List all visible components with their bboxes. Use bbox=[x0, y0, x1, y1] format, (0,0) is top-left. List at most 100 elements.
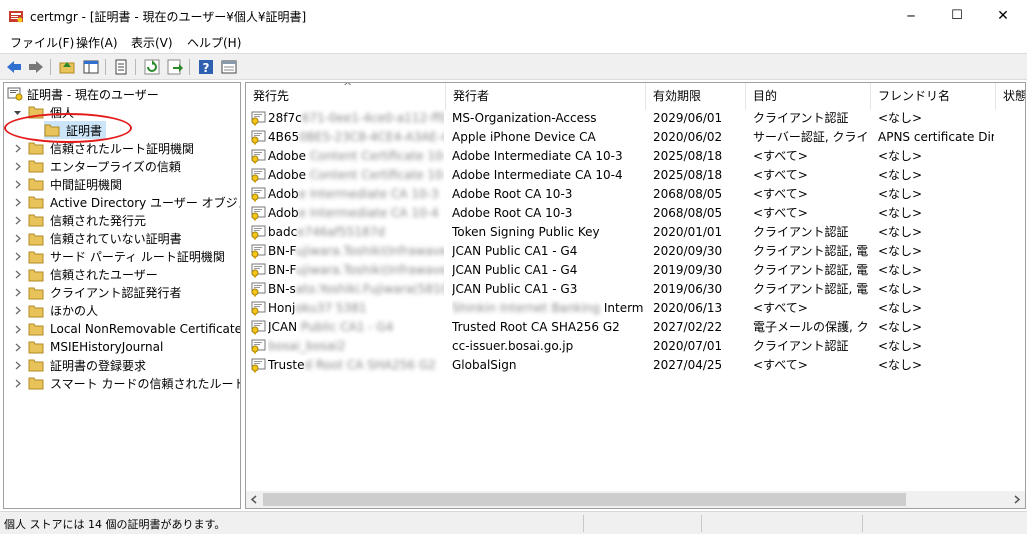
help-icon: ? bbox=[199, 60, 213, 75]
folder-icon bbox=[28, 341, 44, 354]
table-row[interactable]: bosai_bosai2 cc-issuer.bosai.go.jp 2020/07… bbox=[246, 337, 1025, 356]
cell-expiration: 2020/07/01 bbox=[653, 339, 723, 353]
tree-root-current-user[interactable]: 証明書 - 現在のユーザー bbox=[7, 85, 159, 103]
column-status[interactable]: 状態 bbox=[996, 83, 1025, 110]
column-purpose[interactable]: 目的 bbox=[746, 83, 871, 110]
cell-issuer: JCAN Public CA1 - G4 bbox=[452, 263, 578, 277]
column-friendly-name[interactable]: フレンドリ名 bbox=[871, 83, 996, 110]
tree-item[interactable]: サード パーティ ルート証明機関 bbox=[13, 248, 225, 266]
expand-icon[interactable] bbox=[13, 144, 22, 153]
redacted-text: ujiwara.Toshiki(Infrawave) bbox=[295, 244, 444, 258]
tree-item-certificates-selected[interactable]: 証明書 bbox=[44, 121, 107, 139]
tree-item[interactable]: Local NonRemovable Certificates bbox=[13, 320, 240, 338]
tree-item[interactable]: 証明書の登録要求 bbox=[13, 356, 146, 374]
cell-friendly-name: <なし> bbox=[878, 206, 923, 220]
close-button[interactable]: ✕ bbox=[980, 0, 1026, 31]
back-button[interactable] bbox=[4, 57, 24, 77]
tree-item[interactable]: 信頼されたユーザー bbox=[13, 266, 158, 284]
expand-icon[interactable] bbox=[13, 325, 22, 334]
expand-icon[interactable] bbox=[13, 306, 22, 315]
export-list-button[interactable] bbox=[165, 57, 185, 77]
tree-item[interactable]: エンタープライズの信頼 bbox=[13, 157, 181, 175]
cell-friendly-name: <なし> bbox=[878, 111, 923, 125]
table-row[interactable]: 28f7c671-0ee1-4ce0-a112-ff0dd MS-Organiza… bbox=[246, 109, 1025, 128]
tree-item-personal[interactable]: 個人 bbox=[13, 103, 74, 121]
cell-purpose: <すべて> bbox=[753, 187, 808, 201]
tree-item-label: 中間証明機関 bbox=[50, 177, 123, 192]
minimize-icon: ─ bbox=[907, 8, 915, 23]
table-row[interactable]: Adobe Intermediate CA 10-3 Adobe Root CA … bbox=[246, 185, 1025, 204]
console-button[interactable] bbox=[219, 57, 239, 77]
menu-file[interactable]: ファイル(F) bbox=[10, 34, 74, 51]
tree-item-label: 信頼されていない証明書 bbox=[50, 232, 182, 246]
column-issuer[interactable]: 発行者 bbox=[446, 83, 646, 110]
certificate-icon bbox=[251, 225, 266, 240]
folder-icon bbox=[28, 323, 44, 336]
cell-issuer: Adobe Intermediate CA 10-4 bbox=[452, 168, 623, 182]
expand-icon[interactable] bbox=[13, 361, 22, 370]
menu-view[interactable]: 表示(V) bbox=[131, 34, 173, 51]
table-row[interactable]: 4B650BE5-23C8-4CE4-A3AE-4F Apple iPhone D… bbox=[246, 128, 1025, 147]
tree-item[interactable]: Active Directory ユーザー オブジェクト bbox=[13, 193, 240, 211]
table-row[interactable]: JCAN Public CA1 - G4 Trusted Root CA SHA2… bbox=[246, 318, 1025, 337]
table-row[interactable]: badce746af55187d Token Signing Public Key… bbox=[246, 223, 1025, 242]
tree-item[interactable]: スマート カードの信頼されたルート bbox=[13, 374, 240, 392]
tree-item-label: エンタープライズの信頼 bbox=[50, 159, 181, 174]
certificate-icon bbox=[251, 149, 266, 164]
cell-purpose: <すべて> bbox=[753, 149, 808, 163]
menu-help[interactable]: ヘルプ(H) bbox=[187, 34, 241, 51]
up-folder-button[interactable] bbox=[57, 57, 77, 77]
refresh-button[interactable] bbox=[142, 57, 162, 77]
table-row[interactable]: Trusted Root CA SHA256 G2 GlobalSign 2027/… bbox=[246, 356, 1025, 375]
certificates-snapin-icon bbox=[7, 87, 23, 101]
minimize-button[interactable]: ─ bbox=[888, 0, 934, 31]
expand-icon[interactable] bbox=[13, 198, 22, 207]
redacted-text: e746af55187d bbox=[297, 225, 385, 239]
tree-item[interactable]: 中間証明機関 bbox=[13, 175, 122, 193]
expand-icon[interactable] bbox=[13, 343, 22, 352]
scrollbar-thumb[interactable] bbox=[263, 493, 906, 506]
cell-purpose: クライアント認証 bbox=[753, 225, 849, 239]
expand-icon[interactable] bbox=[13, 234, 22, 243]
expand-icon[interactable] bbox=[13, 288, 22, 297]
properties-button[interactable] bbox=[111, 57, 131, 77]
table-row[interactable]: BN-Fujiwara.Toshiki(Infrawave)In... JCAN … bbox=[246, 261, 1025, 280]
table-row[interactable]: BN-Fujiwara.Toshiki(Infrawave)In... JCAN … bbox=[246, 242, 1025, 261]
forward-button[interactable] bbox=[26, 57, 46, 77]
cell-issued-to: BN-Fujiwara.Toshiki(Infrawave)In... bbox=[268, 261, 444, 280]
window-title: certmgr - [証明書 - 現在のユーザー¥個人¥証明書] bbox=[30, 10, 307, 24]
expand-icon[interactable] bbox=[13, 162, 22, 171]
tree-item-label: 個人 bbox=[50, 105, 75, 120]
folder-icon bbox=[28, 359, 44, 372]
scroll-right-icon[interactable] bbox=[1013, 495, 1021, 504]
scroll-left-icon[interactable] bbox=[250, 495, 258, 504]
tree-item[interactable]: 信頼された発行元 bbox=[13, 211, 146, 229]
table-row[interactable]: Adobe Content Certificate 10-6 Adobe Inte… bbox=[246, 166, 1025, 185]
tree-item[interactable]: ほかの人 bbox=[13, 302, 98, 320]
tree-item[interactable]: クライアント認証発行者 bbox=[13, 284, 182, 302]
table-row[interactable]: Honjoku37 5381 Shinkin Internet Banking I… bbox=[246, 299, 1025, 318]
expand-icon[interactable] bbox=[13, 270, 22, 279]
tree-item[interactable]: MSIEHistoryJournal bbox=[13, 338, 163, 356]
expand-icon[interactable] bbox=[13, 180, 22, 189]
table-row[interactable]: Adobe Intermediate CA 10-4 Adobe Root CA … bbox=[246, 204, 1025, 223]
show-hide-tree-button[interactable] bbox=[81, 57, 101, 77]
maximize-button[interactable]: ☐ bbox=[934, 0, 980, 31]
column-expiration[interactable]: 有効期限 bbox=[646, 83, 746, 110]
certificate-icon bbox=[251, 168, 266, 183]
horizontal-scrollbar[interactable] bbox=[246, 491, 1025, 508]
expand-icon[interactable] bbox=[13, 379, 22, 388]
help-button[interactable]: ? bbox=[196, 57, 216, 77]
tree-item-label: ほかの人 bbox=[50, 304, 99, 319]
expand-icon[interactable] bbox=[13, 252, 22, 261]
expand-icon[interactable] bbox=[13, 216, 22, 225]
tree-item[interactable]: 信頼されたルート証明機関 bbox=[13, 139, 194, 157]
certificate-list[interactable]: 発行先 ^ 発行者 有効期限 目的 フレンドリ名 状態 28f7c671-0ee… bbox=[245, 82, 1026, 509]
cell-friendly-name: <なし> bbox=[878, 149, 923, 163]
tree-pane[interactable]: 証明書 - 現在のユーザー 個人 証明書 信頼されたルート証明機関エンタープライ… bbox=[3, 82, 241, 509]
menu-action[interactable]: 操作(A) bbox=[76, 34, 118, 51]
tree-item[interactable]: 信頼されていない証明書 bbox=[13, 230, 182, 248]
redacted-text: ato.Yoshiki.Fujiwara(5810) bbox=[295, 282, 444, 296]
table-row[interactable]: BN-sato.Yoshiki.Fujiwara(5810)Inf... JCAN… bbox=[246, 280, 1025, 299]
table-row[interactable]: Adobe Content Certificate 10-5 Adobe Inte… bbox=[246, 147, 1025, 166]
